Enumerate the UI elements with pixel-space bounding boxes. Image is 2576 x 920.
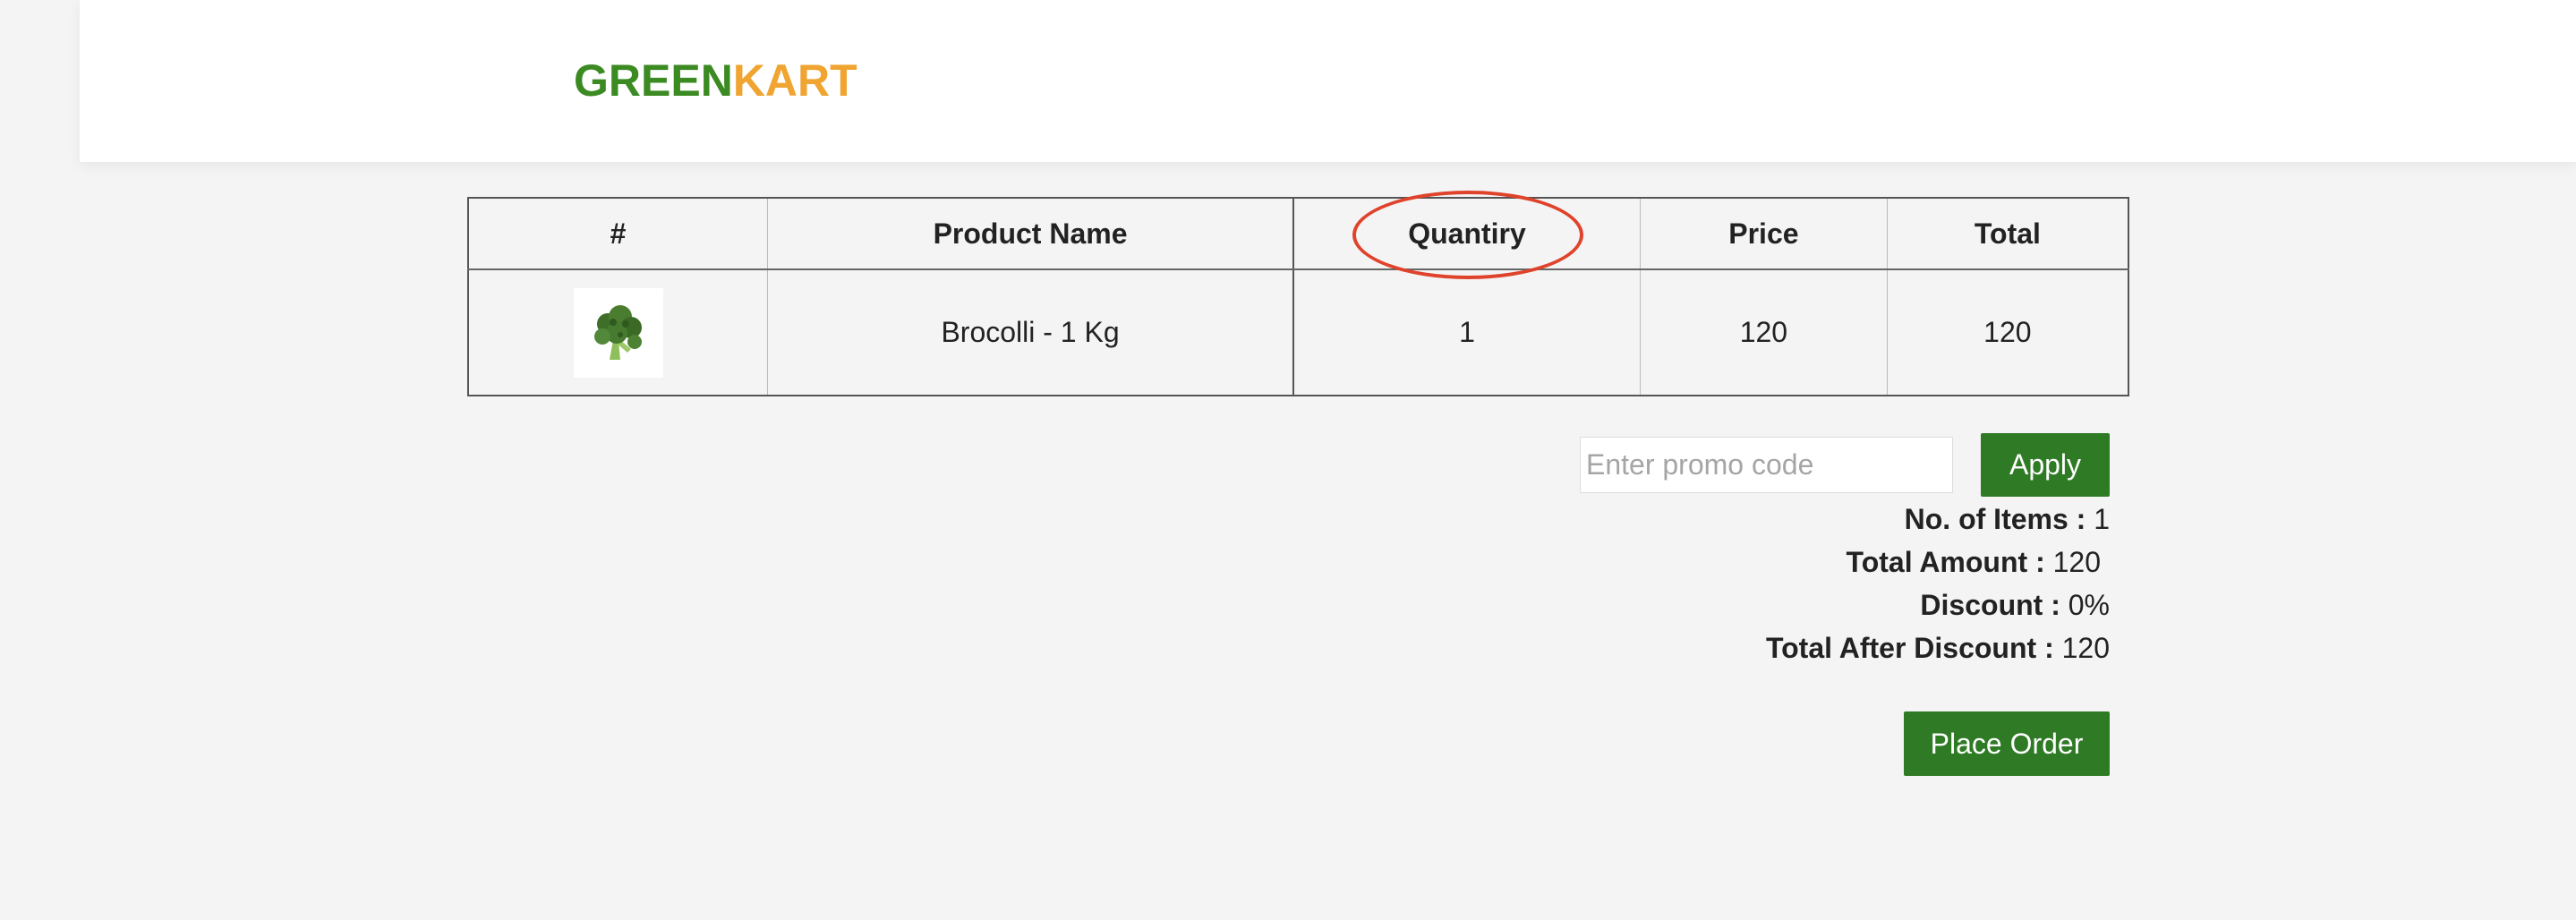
summary-items-line: No. of Items : 1 <box>1766 498 2110 541</box>
cart-table: # Product Name Quantiry Price Total Broc… <box>467 197 2129 396</box>
logo-green-part: GREEN <box>574 55 733 106</box>
table-row: Brocolli - 1 Kg 1 120 120 <box>467 268 2129 396</box>
apply-promo-button[interactable]: Apply <box>1981 433 2110 497</box>
col-header-product-name: Product Name <box>767 197 1294 270</box>
table-header-row: # Product Name Quantiry Price Total <box>467 197 2129 270</box>
amount-label: Total Amount : <box>1846 546 2045 578</box>
product-image-cell <box>467 268 769 396</box>
col-header-quantity: Quantiry <box>1292 197 1642 270</box>
items-value: 1 <box>2094 503 2110 535</box>
logo-orange-part: KART <box>732 55 857 106</box>
col-header-price: Price <box>1640 197 1888 270</box>
product-name-cell: Brocolli - 1 Kg <box>767 268 1294 396</box>
greenkart-logo[interactable]: GREENKART <box>574 54 857 107</box>
discount-label: Discount : <box>1920 589 2060 621</box>
discount-value: 0% <box>2068 589 2110 621</box>
promo-code-input[interactable] <box>1580 437 1953 493</box>
items-label: No. of Items : <box>1904 503 2086 535</box>
summary-amount-line: Total Amount : 120 <box>1766 541 2101 584</box>
total-cell: 120 <box>1886 268 2129 396</box>
broccoli-image <box>573 287 663 378</box>
price-cell: 120 <box>1640 268 1888 396</box>
col-header-total: Total <box>1886 197 2129 270</box>
place-order-button[interactable]: Place Order <box>1904 711 2110 776</box>
site-header: GREENKART <box>80 0 2576 162</box>
col-header-number: # <box>467 197 769 270</box>
after-discount-value: 120 <box>2061 632 2110 664</box>
quantity-cell: 1 <box>1292 268 1642 396</box>
summary-discount-line: Discount : 0% <box>1766 584 2110 626</box>
summary-after-discount-line: Total After Discount : 120 <box>1766 626 2110 669</box>
after-discount-label: Total After Discount : <box>1765 632 2054 664</box>
order-summary: No. of Items : 1 Total Amount : 120 Disc… <box>1766 498 2110 669</box>
amount-value: 120 <box>2052 546 2101 578</box>
